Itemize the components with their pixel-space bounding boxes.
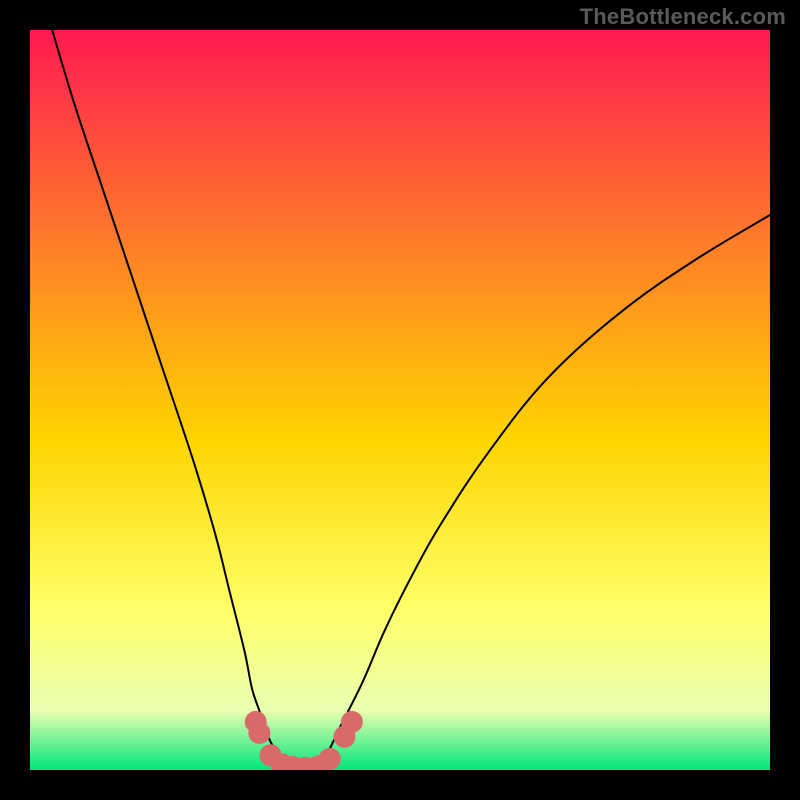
plot-area	[30, 30, 770, 770]
marker-point	[248, 722, 270, 744]
marker-point	[319, 748, 341, 770]
marker-point	[341, 711, 363, 733]
chart-frame: TheBottleneck.com	[0, 0, 800, 800]
curve-layer	[30, 30, 770, 770]
watermark-label: TheBottleneck.com	[580, 4, 786, 30]
curve-right-branch	[311, 215, 770, 770]
curve-left-branch	[52, 30, 311, 770]
